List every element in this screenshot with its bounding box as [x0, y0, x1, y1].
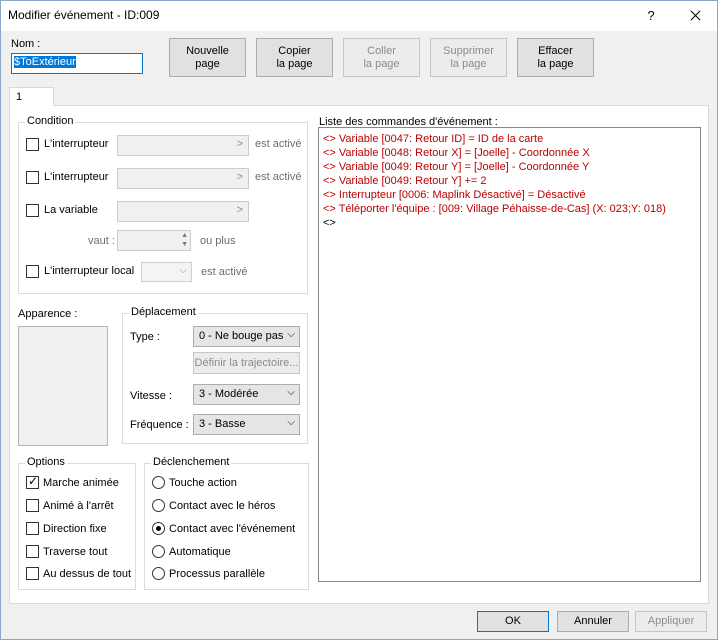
trigger-label: Contact avec le héros	[169, 500, 276, 512]
switch1-selector[interactable]: >	[117, 135, 249, 156]
clear-page-button[interactable]: Effacer la page	[517, 38, 594, 77]
type-label: Type :	[130, 331, 160, 343]
chevron-down-icon: ⌵	[287, 417, 295, 428]
option-label: Traverse tout	[43, 546, 108, 558]
switch1-checkbox[interactable]	[26, 138, 39, 151]
cancel-button[interactable]: Annuler	[557, 611, 629, 632]
variable-label: La variable	[44, 204, 98, 216]
speed-label: Vitesse :	[130, 390, 172, 402]
copy-page-button[interactable]: Copier la page	[256, 38, 333, 77]
option-walking-anim-checkbox[interactable]	[26, 474, 39, 489]
local-switch-checkbox[interactable]	[26, 265, 39, 278]
options-title: Options	[25, 456, 67, 468]
trigger-event-touch-radio[interactable]	[152, 522, 165, 535]
variable-value-stepper[interactable]: ▲ ▼	[117, 230, 191, 251]
appearance-label: Apparence :	[18, 308, 78, 320]
chevron-down-icon: ⌵	[287, 387, 295, 398]
name-label: Nom :	[11, 38, 41, 50]
chevron-right-icon: >	[236, 204, 243, 216]
type-select[interactable]: 0 - Ne bouge pas ⌵	[193, 326, 300, 347]
option-stepping-anim-checkbox[interactable]	[26, 499, 39, 512]
command-item[interactable]: <>	[323, 216, 696, 230]
variable-checkbox[interactable]	[26, 204, 39, 217]
local-switch-suffix: est activé	[201, 266, 248, 278]
switch2-suffix: est activé	[255, 171, 302, 183]
title-bar: Modifier événement - ID:009 ?	[1, 1, 717, 31]
trigger-autorun-radio[interactable]	[152, 545, 165, 558]
help-button[interactable]: ?	[637, 5, 665, 27]
frequency-value: 3 - Basse	[199, 418, 246, 430]
delete-page-button[interactable]: Supprimer la page	[430, 38, 507, 77]
switch1-label: L'interrupteur	[44, 138, 109, 150]
apply-button[interactable]: Appliquer	[635, 611, 707, 632]
close-icon[interactable]	[681, 5, 709, 27]
trigger-action-radio[interactable]	[152, 476, 165, 489]
name-input[interactable]: $ToExtérieur	[11, 53, 143, 74]
chevron-down-icon: ⌵	[287, 329, 295, 340]
type-value: 0 - Ne bouge pas	[199, 330, 284, 342]
option-label: Direction fixe	[43, 523, 107, 535]
command-item[interactable]: <> Variable [0047: Retour ID] = ID de la…	[323, 132, 696, 146]
name-value: $ToExtérieur	[14, 56, 76, 68]
trigger-label: Processus parallèle	[169, 568, 265, 580]
option-through-checkbox[interactable]	[26, 545, 39, 558]
command-item[interactable]: <> Téléporter l'équipe : [009: Village P…	[323, 202, 696, 216]
command-list[interactable]: <> Variable [0047: Retour ID] = ID de la…	[318, 127, 701, 582]
movement-title: Déplacement	[129, 306, 198, 318]
trigger-label: Automatique	[169, 546, 231, 558]
ou-plus-label: ou plus	[200, 235, 236, 247]
frequency-select[interactable]: 3 - Basse ⌵	[193, 414, 300, 435]
new-page-button[interactable]: Nouvelle page	[169, 38, 246, 77]
switch2-label: L'interrupteur	[44, 171, 109, 183]
switch2-checkbox[interactable]	[26, 171, 39, 184]
tab-page-1[interactable]: 1	[9, 87, 54, 106]
speed-select[interactable]: 3 - Modérée ⌵	[193, 384, 300, 405]
frequency-label: Fréquence :	[130, 419, 189, 431]
command-item[interactable]: <> Variable [0049: Retour Y] = [Joelle] …	[323, 160, 696, 174]
option-label: Au dessus de tout	[43, 568, 132, 580]
window-title: Modifier événement - ID:009	[8, 8, 160, 22]
local-switch-select[interactable]: ⌵	[141, 262, 192, 282]
variable-selector[interactable]: >	[117, 201, 249, 222]
local-switch-label: L'interrupteur local	[44, 265, 135, 277]
speed-value: 3 - Modérée	[199, 388, 259, 400]
trigger-player-touch-radio[interactable]	[152, 499, 165, 512]
trigger-label: Contact avec l'événement	[169, 523, 296, 535]
chevron-right-icon: >	[236, 138, 243, 150]
trigger-title: Déclenchement	[151, 456, 232, 468]
switch2-selector[interactable]: >	[117, 168, 249, 189]
chevron-down-icon: ⌵	[179, 265, 187, 276]
ok-button[interactable]: OK	[477, 611, 549, 632]
paste-page-button[interactable]: Coller la page	[343, 38, 420, 77]
define-route-button[interactable]: Définir la trajectoire...	[193, 352, 300, 374]
chevron-right-icon: >	[236, 171, 243, 183]
appearance-preview[interactable]	[18, 326, 108, 446]
trigger-label: Touche action	[169, 477, 237, 489]
option-direction-fix-checkbox[interactable]	[26, 522, 39, 535]
option-always-on-top-checkbox[interactable]	[26, 567, 39, 580]
event-editor-window: Modifier événement - ID:009 ? Nom : $ToE…	[0, 0, 718, 640]
condition-title: Condition	[25, 115, 76, 127]
command-item[interactable]: <> Variable [0049: Retour Y] += 2	[323, 174, 696, 188]
command-item[interactable]: <> Interrupteur [0006: Maplink Désactivé…	[323, 188, 696, 202]
vaut-label: vaut :	[88, 235, 115, 247]
trigger-parallel-radio[interactable]	[152, 567, 165, 580]
option-label: Animé à l'arrêt	[43, 500, 114, 512]
switch1-suffix: est activé	[255, 138, 302, 150]
command-item[interactable]: <> Variable [0048: Retour X] = [Joelle] …	[323, 146, 696, 160]
stepper-arrows-icon[interactable]: ▲ ▼	[181, 231, 188, 249]
option-label: Marche animée	[43, 477, 119, 489]
